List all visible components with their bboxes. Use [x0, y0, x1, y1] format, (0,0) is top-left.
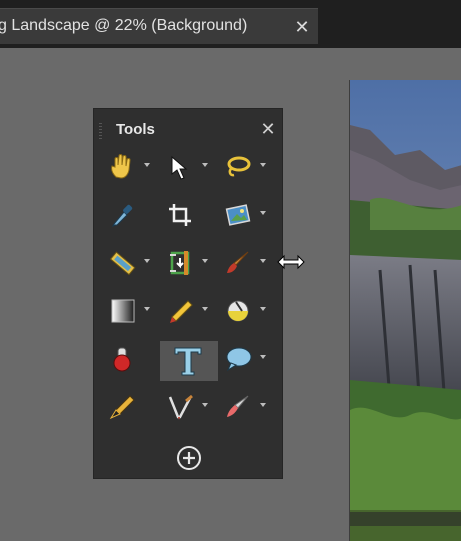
pan-tool[interactable] [102, 149, 150, 185]
lasso-tool[interactable] [218, 149, 266, 185]
paint-brush-icon [227, 251, 249, 273]
retouch-brush-icon [227, 395, 249, 417]
arrow-pointer-icon [171, 155, 188, 180]
add-tool-button[interactable] [176, 445, 202, 471]
plus-circle-icon [177, 446, 201, 470]
eyedropper-icon [111, 204, 133, 228]
picture-tool-caret-icon[interactable] [260, 211, 266, 215]
fill-tool-caret-icon[interactable] [260, 307, 266, 311]
stamp-icon [113, 347, 131, 372]
paint-bucket-icon [227, 300, 249, 322]
pen-nib-icon [109, 395, 135, 420]
brush-effects-tool[interactable] [160, 389, 208, 425]
document-tab-close-icon[interactable]: ✕ [292, 17, 312, 37]
tools-panel: Tools ✕ [93, 108, 283, 479]
brush-tweezers-icon [168, 394, 193, 420]
gradient-icon [111, 299, 135, 323]
document-tab[interactable]: g Landscape @ 22% (Background) ✕ [0, 8, 318, 44]
pan-tool-caret-icon[interactable] [144, 163, 150, 167]
speech-bubble-tool-caret-icon[interactable] [260, 355, 266, 359]
crop-icon [169, 204, 191, 226]
picture-tool[interactable] [218, 197, 266, 233]
picture-icon [225, 204, 251, 226]
stamp-tool[interactable] [102, 341, 142, 377]
straighten-tool-caret-icon[interactable] [202, 259, 208, 263]
straighten-icon [170, 251, 190, 275]
retouch-brush-tool-caret-icon[interactable] [260, 403, 266, 407]
paint-brush-tool-caret-icon[interactable] [260, 259, 266, 263]
retouch-brush-tool[interactable] [218, 389, 266, 425]
document-tab-title: g Landscape @ 22% (Background) [0, 17, 248, 34]
pen-tool[interactable] [102, 389, 142, 425]
fill-tool[interactable] [218, 293, 266, 329]
hand-icon [111, 154, 131, 179]
pencil-icon [170, 300, 193, 323]
panel-grip[interactable] [99, 123, 102, 139]
eyedropper-tool[interactable] [102, 197, 142, 233]
document-image [349, 80, 461, 541]
text-tool[interactable] [160, 341, 218, 381]
resize-cursor-icon [276, 253, 306, 271]
lasso-tool-caret-icon[interactable] [260, 163, 266, 167]
speech-bubble-tool[interactable] [218, 341, 266, 377]
ruler-tool-caret-icon[interactable] [144, 259, 150, 263]
eraser-pencil-tool-caret-icon[interactable] [202, 307, 208, 311]
eraser-pencil-tool[interactable] [160, 293, 208, 329]
paint-brush-tool[interactable] [218, 245, 266, 281]
crop-tool[interactable] [160, 197, 200, 233]
title-bar: g Landscape @ 22% (Background) ✕ [0, 0, 461, 48]
ruler-tool[interactable] [102, 245, 150, 281]
select-tool[interactable] [160, 149, 208, 185]
speech-bubble-icon [226, 347, 252, 372]
brush-effects-tool-caret-icon[interactable] [202, 403, 208, 407]
gradient-tool-caret-icon[interactable] [144, 307, 150, 311]
lasso-icon [227, 156, 251, 177]
straighten-tool[interactable] [160, 245, 208, 281]
select-tool-caret-icon[interactable] [202, 163, 208, 167]
tools-panel-title: Tools [116, 121, 155, 138]
gradient-tool[interactable] [102, 293, 150, 329]
tools-panel-close-icon[interactable]: ✕ [258, 119, 278, 139]
text-t-icon [174, 347, 202, 376]
ruler-icon [109, 251, 136, 276]
